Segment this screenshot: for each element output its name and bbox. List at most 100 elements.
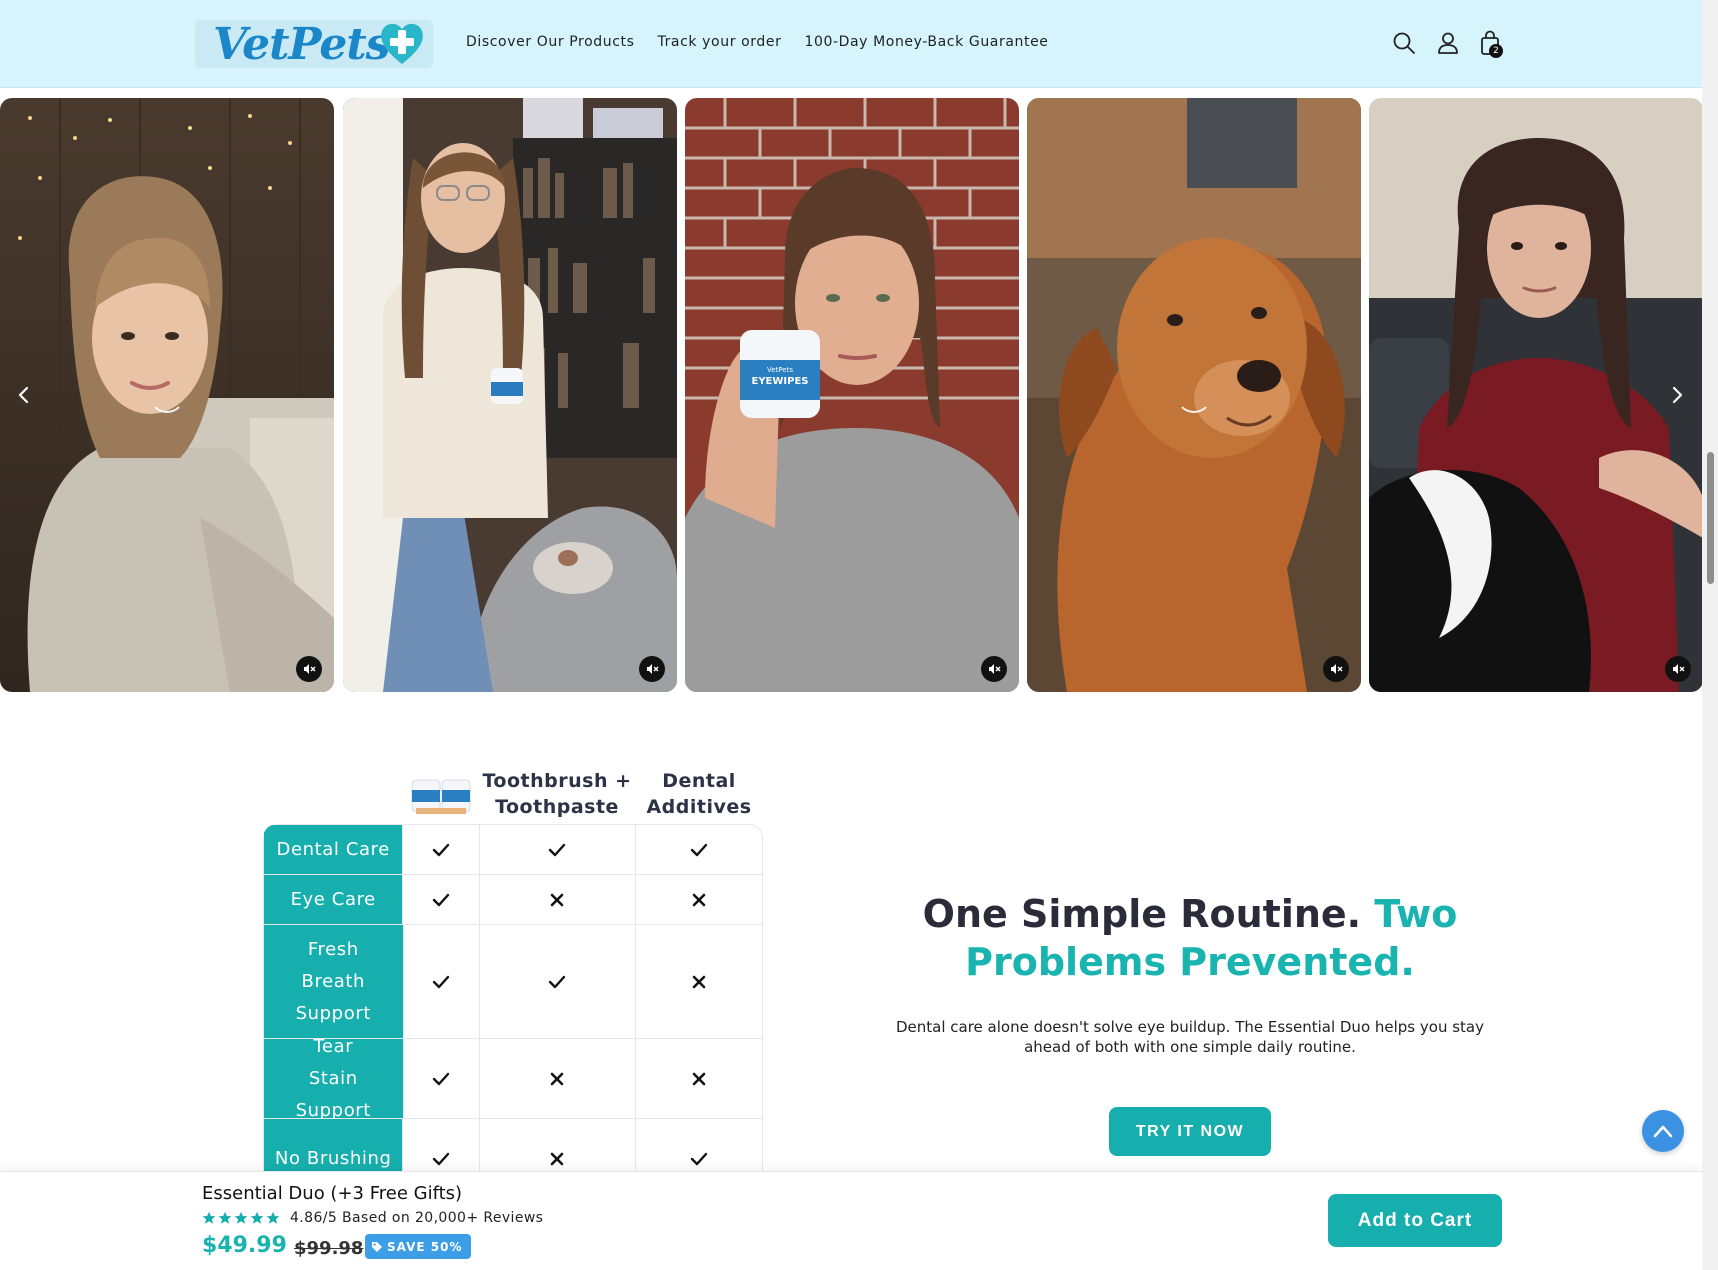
comparison-cell <box>402 825 479 874</box>
comparison-row: Eye Care <box>264 875 762 925</box>
comparison-cell <box>479 925 634 1038</box>
comparison-cell <box>634 925 762 1038</box>
muted-speaker-icon <box>1673 664 1685 674</box>
jar-brand: VetPets <box>767 366 793 374</box>
row-label: Tear Stain Support <box>264 1036 403 1121</box>
mute-toggle[interactable] <box>296 656 322 682</box>
logo-wordmark: VetPets <box>213 18 390 70</box>
video-thumbnail: EYEWIPES VetPets <box>685 98 1019 692</box>
video-card-3[interactable]: EYEWIPES VetPets <box>685 98 1019 692</box>
star-icon <box>234 1211 248 1224</box>
promo-title: One Simple Routine. Two Problems Prevent… <box>880 890 1500 986</box>
original-price: $99.98 <box>294 1238 364 1259</box>
muted-speaker-icon <box>1331 664 1343 674</box>
product-title: Essential Duo (+3 Free Gifts) <box>202 1183 463 1204</box>
comparison-cell <box>479 875 634 924</box>
promo-title-part1: One Simple Routine. <box>922 892 1362 936</box>
tag-icon <box>372 1241 382 1252</box>
mute-toggle[interactable] <box>639 656 665 682</box>
comparison-table: Dental Care Eye Care Fresh Breath Support T… <box>263 824 763 1184</box>
account-icon[interactable] <box>1435 30 1461 56</box>
video-card-4[interactable] <box>1027 98 1361 692</box>
sale-price: $49.99 <box>202 1233 287 1258</box>
search-icon[interactable] <box>1391 30 1417 56</box>
comparison-cell <box>402 1039 480 1118</box>
cart-count-badge: 2 <box>1489 44 1503 58</box>
add-to-cart-button[interactable]: Add to Cart <box>1328 1194 1502 1247</box>
comparison-cell <box>479 1039 634 1118</box>
star-icon <box>202 1211 216 1224</box>
check-icon <box>433 1152 450 1165</box>
column-header-dental-additives: Dental Additives <box>646 770 752 818</box>
site-header: VetPets Discover Our Products Track your… <box>0 0 1702 88</box>
chevron-left-icon <box>18 386 29 404</box>
check-icon <box>549 843 566 856</box>
muted-speaker-icon <box>989 664 1001 674</box>
try-it-now-button[interactable]: TRY IT NOW <box>1109 1107 1271 1156</box>
video-testimonial-carousel: EYEWIPES VetPets <box>0 98 1703 692</box>
video-card-2[interactable] <box>343 98 677 692</box>
scrollbar-thumb[interactable] <box>1707 452 1714 584</box>
scroll-to-top-button[interactable] <box>1642 1110 1684 1152</box>
rating-stars <box>202 1211 280 1225</box>
save-badge-text: SAVE 50% <box>387 1239 463 1254</box>
chevron-up-icon <box>1653 1125 1673 1138</box>
chevron-right-icon <box>1672 386 1683 404</box>
column-header-toothbrush: Toothbrush + Toothpaste <box>482 770 632 818</box>
cross-icon <box>692 1072 706 1085</box>
comparison-cell <box>402 875 479 924</box>
carousel-prev-button[interactable] <box>10 380 36 410</box>
comparison-row: Fresh Breath Support <box>264 925 762 1039</box>
nav-discover-products[interactable]: Discover Our Products <box>466 34 634 50</box>
nav-money-back-guarantee[interactable]: 100-Day Money-Back Guarantee <box>804 34 1048 50</box>
main-nav: Discover Our Products Track your order 1… <box>466 34 1049 50</box>
cross-icon <box>692 893 706 906</box>
check-icon <box>433 975 450 988</box>
save-badge: SAVE 50% <box>365 1234 471 1259</box>
jar-label: EYEWIPES <box>751 376 808 387</box>
promo-description: Dental care alone doesn't solve eye buil… <box>895 1018 1484 1056</box>
nav-track-order[interactable]: Track your order <box>657 34 781 50</box>
cross-icon <box>692 975 706 988</box>
video-thumbnail <box>1369 98 1703 692</box>
comparison-cell <box>402 925 480 1038</box>
muted-speaker-icon <box>647 664 659 674</box>
loading-spinner <box>1176 377 1212 413</box>
mute-toggle[interactable] <box>1323 656 1349 682</box>
heart-cross-icon <box>381 23 423 64</box>
page-scrollbar[interactable] <box>1702 0 1718 1270</box>
check-icon <box>690 1152 707 1165</box>
mute-toggle[interactable] <box>1665 656 1691 682</box>
comparison-row: Tear Stain Support <box>264 1036 762 1121</box>
check-icon <box>549 975 566 988</box>
comparison-rows: Dental Care Eye Care Fresh Breath Support T… <box>263 824 763 1184</box>
comparison-cell <box>479 825 634 874</box>
check-icon <box>433 893 450 906</box>
video-card-1[interactable] <box>0 98 334 692</box>
row-label: Fresh Breath Support <box>264 925 403 1038</box>
vetpets-logo[interactable]: VetPets <box>195 18 433 70</box>
sticky-add-to-cart-bar: Essential Duo (+3 Free Gifts) 4.86/5 Bas… <box>0 1171 1702 1270</box>
star-icon <box>218 1211 232 1224</box>
essential-duo-product-image <box>411 779 471 814</box>
carousel-next-button[interactable] <box>1665 380 1691 410</box>
row-label: Dental Care <box>264 825 403 874</box>
cross-icon <box>551 893 564 906</box>
check-icon <box>690 843 707 856</box>
comparison-cell <box>634 825 762 874</box>
star-icon <box>250 1211 264 1224</box>
star-icon <box>266 1211 280 1224</box>
video-card-5[interactable] <box>1369 98 1703 692</box>
loading-spinner <box>149 377 185 413</box>
row-label: Eye Care <box>264 875 403 924</box>
muted-speaker-icon <box>304 664 316 674</box>
comparison-row: Dental Care <box>264 825 762 875</box>
check-icon <box>433 843 450 856</box>
rating-text: 4.86/5 Based on 20,000+ Reviews <box>290 1210 544 1226</box>
mute-toggle[interactable] <box>981 656 1007 682</box>
comparison-cell <box>634 1039 762 1118</box>
video-thumbnail <box>343 98 677 692</box>
cross-icon <box>551 1072 564 1085</box>
check-icon <box>433 1072 450 1085</box>
comparison-cell <box>634 875 762 924</box>
